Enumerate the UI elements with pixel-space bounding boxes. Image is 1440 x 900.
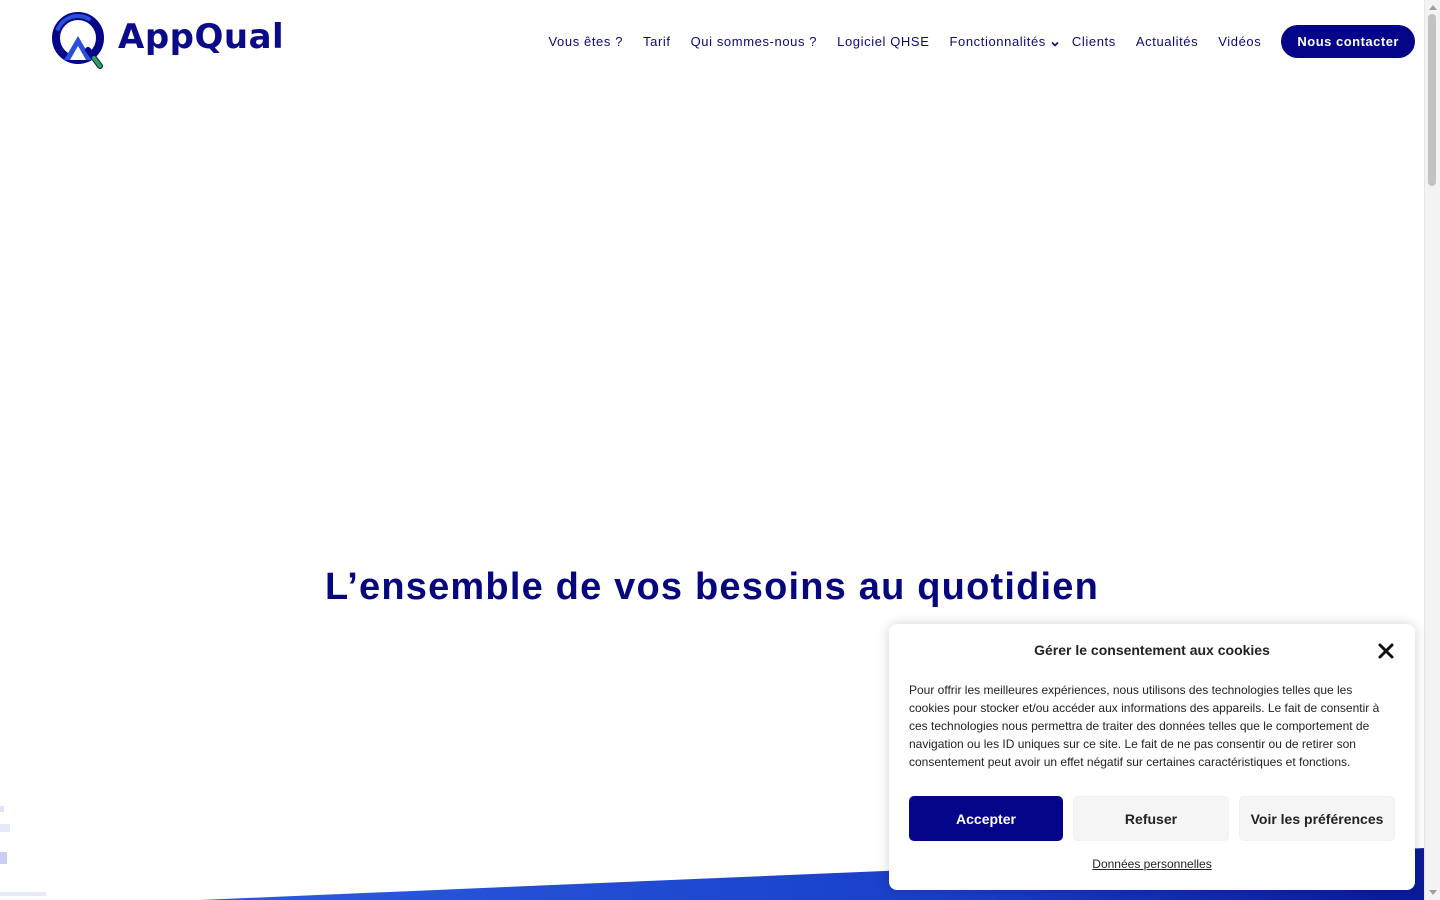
chevron-down-icon [1050,37,1060,47]
logo[interactable]: AppQual [50,10,284,72]
nav-item-vous-etes[interactable]: Vous êtes ? [548,34,623,49]
cookie-consent-dialog: Gérer le consentement aux cookies Pour o… [889,624,1415,890]
nav-item-tarif[interactable]: Tarif [643,34,671,49]
page: AppQual Vous êtes ? Tarif Qui sommes-nou… [0,0,1440,900]
scroll-up-arrow-icon[interactable] [1429,5,1437,10]
logo-icon [50,10,108,72]
cookie-title: Gérer le consentement aux cookies [1034,642,1270,658]
nav-item-qui-sommes-nous[interactable]: Qui sommes-nous ? [691,34,818,49]
preferences-button[interactable]: Voir les préférences [1239,796,1395,841]
hero-title: L’ensemble de vos besoins au quotidien [324,566,1100,608]
cookie-buttons: Accepter Refuser Voir les préférences [909,796,1395,841]
decorative-fragments [0,800,50,900]
scroll-down-arrow-icon[interactable] [1429,890,1437,895]
contact-button[interactable]: Nous contacter [1281,25,1415,58]
refuse-button[interactable]: Refuser [1073,796,1229,841]
personal-data-link[interactable]: Données personnelles [889,857,1415,871]
cookie-message: Pour offrir les meilleures expériences, … [909,683,1380,769]
nav-item-fonctionnalites-label: Fonctionnalités [949,34,1046,49]
scroll-thumb[interactable] [1428,14,1436,186]
nav-item-videos[interactable]: Vidéos [1218,34,1261,49]
nav-item-fonctionnalites[interactable]: Fonctionnalités [949,34,1059,49]
nav-item-clients[interactable]: Clients [1072,34,1116,49]
nav-item-logiciel-qhse[interactable]: Logiciel QHSE [837,34,929,49]
close-icon[interactable] [1377,642,1395,660]
logo-text: AppQual [118,17,285,57]
nav-item-actualites[interactable]: Actualités [1136,34,1198,49]
page-scrollbar[interactable] [1424,0,1440,900]
accept-button[interactable]: Accepter [909,796,1063,841]
main-nav: Vous êtes ? Tarif Qui sommes-nous ? Logi… [548,25,1415,58]
